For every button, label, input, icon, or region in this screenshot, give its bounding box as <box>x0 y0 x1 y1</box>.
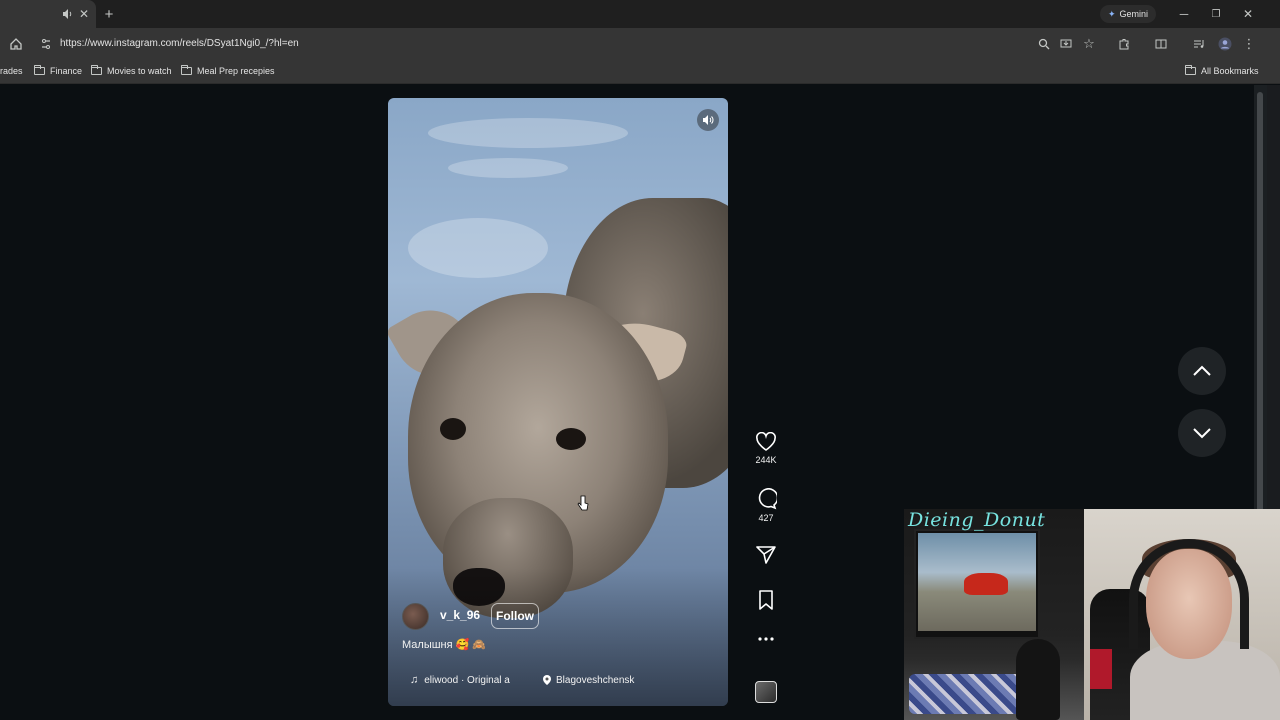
zoom-icon[interactable] <box>1036 36 1052 52</box>
close-tab-icon[interactable]: ✕ <box>76 6 92 22</box>
location-pin-icon <box>543 675 551 685</box>
next-reel-button[interactable] <box>1178 409 1226 457</box>
chevron-down-icon <box>1193 428 1211 439</box>
bookmark-folder-movies[interactable]: Movies to watch <box>91 64 172 78</box>
bookmark-icon <box>759 590 773 610</box>
snow-texture <box>448 158 568 178</box>
avatar[interactable] <box>402 603 429 630</box>
location-link[interactable]: Blagoveshchensk <box>543 672 634 688</box>
audio-label: eliwood · Original a <box>424 674 510 686</box>
bookmark-label: Meal Prep recepies <box>197 66 275 76</box>
webcam-overlay-name: Dieing_Donut <box>908 509 1046 531</box>
close-window-icon[interactable]: ✕ <box>1240 6 1256 22</box>
home-icon[interactable] <box>8 36 24 52</box>
dog-eye <box>440 418 466 440</box>
profile-avatar-icon[interactable] <box>1217 36 1233 52</box>
send-icon <box>756 546 776 564</box>
reel-video[interactable] <box>388 98 728 706</box>
unmute-button[interactable] <box>697 109 719 131</box>
bookmark-label: All Bookmarks <box>1201 66 1259 76</box>
install-app-icon[interactable] <box>1058 36 1074 52</box>
comment-icon <box>758 488 777 510</box>
gemini-icon: ✦ <box>1107 8 1116 19</box>
snow-texture <box>408 218 548 278</box>
bookmark-item-partial[interactable]: rades <box>0 64 23 78</box>
site-settings-icon[interactable] <box>38 36 54 52</box>
bookmark-folder-finance[interactable]: Finance <box>34 64 82 78</box>
webcam-microphone <box>1016 639 1060 720</box>
folder-icon <box>91 65 102 75</box>
volume-icon <box>703 115 714 125</box>
extensions-icon[interactable] <box>1116 36 1132 52</box>
bookmark-label: Finance <box>50 66 83 76</box>
folder-icon <box>1185 65 1196 75</box>
bookmark-folder-meal-prep[interactable]: Meal Prep recepies <box>181 64 275 78</box>
username-link[interactable]: v_k_96 <box>440 608 480 622</box>
restore-icon[interactable]: ❐ <box>1208 6 1224 22</box>
comment-count: 427 <box>758 513 774 523</box>
comment-button[interactable]: 427 <box>746 488 786 523</box>
split-view-icon[interactable] <box>1153 36 1169 52</box>
mouse-pointer-icon <box>577 495 589 511</box>
previous-reel-button[interactable] <box>1178 347 1226 395</box>
like-button[interactable]: 244K <box>746 432 786 465</box>
share-button[interactable] <box>746 544 786 566</box>
gemini-button[interactable]: ✦ Gemini <box>1100 5 1156 23</box>
scrollbar-thumb[interactable] <box>1257 92 1263 512</box>
music-note-icon: ♫ <box>410 674 419 686</box>
webcam-chair-accent <box>1090 649 1112 689</box>
bookmark-label: rades <box>0 66 23 76</box>
save-button[interactable] <box>746 589 786 611</box>
media-controls-icon[interactable] <box>1191 36 1207 52</box>
snow-texture <box>428 118 628 148</box>
follow-button[interactable]: Follow <box>491 603 539 629</box>
chevron-up-icon <box>1193 365 1211 376</box>
more-icon <box>758 637 774 641</box>
address-bar[interactable]: https://www.instagram.com/reels/DSyat1Ng… <box>60 38 299 49</box>
more-options-button[interactable] <box>746 636 786 642</box>
audio-link[interactable]: ♫ eliwood · Original a <box>410 672 510 688</box>
webcam-headset <box>1129 539 1249 649</box>
gemini-label: Gemini <box>1119 9 1149 19</box>
minimize-icon[interactable]: ─ <box>1176 6 1192 22</box>
webcam-desk-items <box>909 674 1029 714</box>
new-tab-icon[interactable]: + <box>101 6 117 23</box>
audio-thumbnail[interactable] <box>755 681 777 703</box>
webcam-car <box>964 573 1008 595</box>
heart-icon <box>756 432 776 451</box>
location-label: Blagoveshchensk <box>556 674 635 686</box>
tab-strip: ✕ + ✦ Gemini ─ ❐ ✕ <box>0 0 1280 28</box>
reel-caption[interactable]: Малышня 🥰 🙈 <box>402 638 486 651</box>
webcam-overlay: Dieing_Donut <box>904 509 1280 720</box>
folder-icon <box>181 65 192 75</box>
browser-menu-icon[interactable]: ⋮ <box>1241 36 1257 52</box>
folder-icon <box>34 65 45 75</box>
dog-eye <box>556 428 586 450</box>
all-bookmarks-button[interactable]: All Bookmarks <box>1185 64 1259 78</box>
bookmark-star-icon[interactable]: ☆ <box>1081 36 1097 52</box>
like-count: 244K <box>755 455 777 465</box>
bookmark-label: Movies to watch <box>107 66 172 76</box>
speaker-icon[interactable] <box>60 6 76 22</box>
